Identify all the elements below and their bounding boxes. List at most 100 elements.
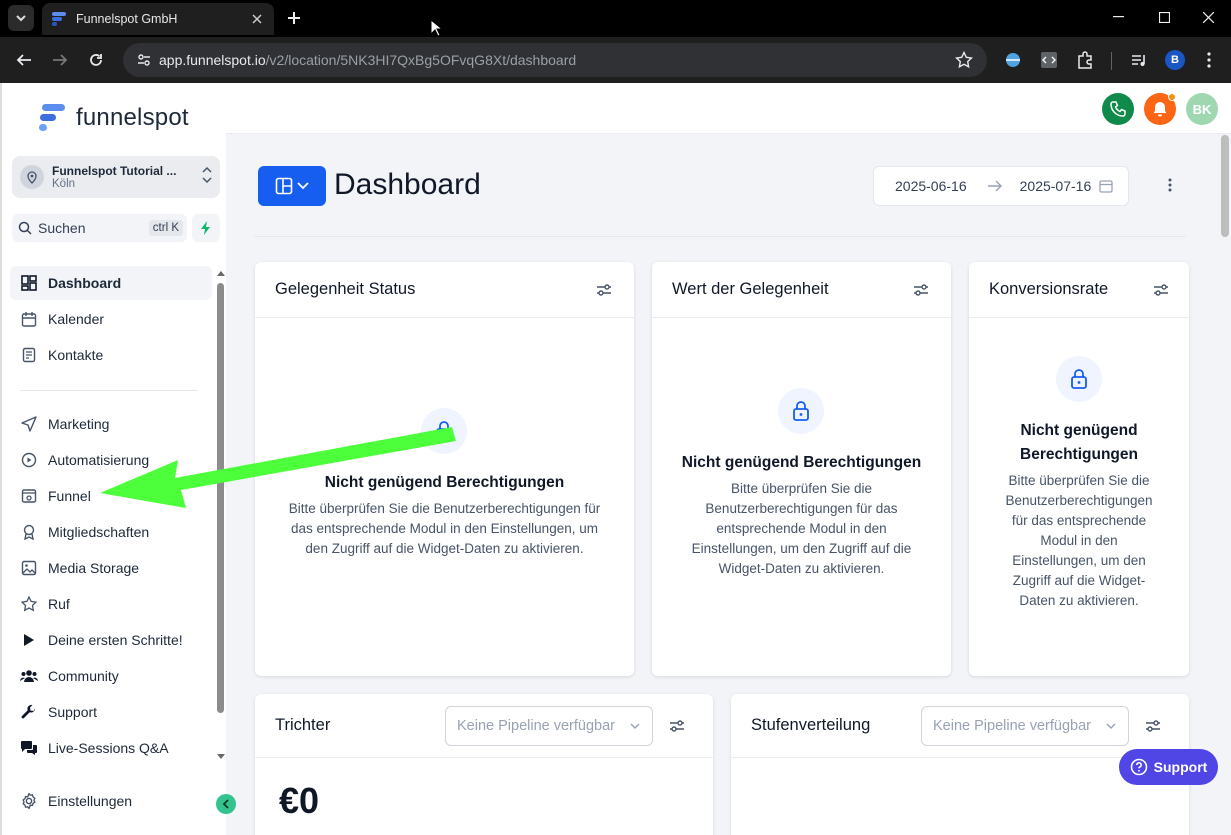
maximize-window-icon[interactable]: [1141, 0, 1187, 34]
widget-title: Wert der Gelegenheit: [672, 280, 829, 298]
send-icon: [20, 415, 38, 433]
pipeline-select[interactable]: Keine Pipeline verfügbar: [921, 706, 1129, 746]
sidebar-item-marketing[interactable]: Marketing: [10, 407, 212, 441]
settings-sliders-icon[interactable]: [596, 282, 612, 298]
funnel-value: €0: [279, 780, 320, 821]
collapse-sidebar-button[interactable]: [216, 794, 236, 814]
extension-code-icon[interactable]: [1038, 49, 1060, 71]
top-header: BK: [226, 83, 1231, 134]
sidebar-scrollbar[interactable]: [217, 269, 225, 761]
search-label: Suchen: [38, 220, 86, 236]
close-window-icon[interactable]: [1185, 0, 1231, 34]
back-arrow-icon[interactable]: [12, 48, 36, 72]
profile-avatar[interactable]: B: [1164, 49, 1186, 71]
lock-icon: [1056, 356, 1102, 402]
sidebar-item-kalender[interactable]: Kalender: [10, 302, 212, 336]
site-settings-icon[interactable]: [129, 52, 159, 68]
permission-title: Nicht genügend Berechtigungen: [324, 474, 565, 491]
forward-arrow-icon[interactable]: [48, 48, 72, 72]
sidebar-item-support[interactable]: Support: [10, 695, 212, 729]
sidebar-item-automatisierung[interactable]: Automatisierung: [10, 443, 212, 477]
gear-icon: [20, 792, 38, 810]
notifications-button[interactable]: [1144, 93, 1176, 125]
dashboard-icon: [20, 274, 38, 292]
url-text: app.funnelspot.io/v2/location/5NK3HI7QxB…: [159, 52, 576, 68]
avatar-initials: BK: [1192, 101, 1212, 117]
funnelspot-logo-icon: [39, 104, 65, 131]
users-icon: [20, 667, 38, 685]
widget-title: Konversionsrate: [989, 280, 1109, 298]
settings-sliders-icon[interactable]: [1145, 718, 1161, 734]
chevron-left-icon: [222, 799, 229, 809]
quick-action-button[interactable]: [192, 214, 220, 242]
url-path: /v2/location/5NK3HI7QxBg5OFvqG8Xt/dashbo…: [265, 52, 577, 68]
new-tab-plus-icon[interactable]: [283, 7, 305, 29]
support-chat-button[interactable]: Support: [1119, 749, 1218, 785]
browser-tab-strip: Funnelspot GmbH: [0, 0, 1231, 37]
scroll-down-arrow-icon[interactable]: [217, 753, 225, 761]
extension-globe-icon[interactable]: [1002, 49, 1024, 71]
page-title: Dashboard: [334, 168, 481, 201]
sidebar-item-label: Media Storage: [48, 560, 140, 576]
sidebar-item-label: Support: [48, 704, 98, 720]
widget-wert-der-gelegenheit: Wert der Gelegenheit Nicht genügend Bere…: [652, 262, 951, 676]
user-avatar[interactable]: BK: [1186, 93, 1218, 125]
lock-icon: [778, 388, 824, 434]
widget-header: Wert der Gelegenheit: [652, 262, 951, 318]
widget-header: Konversionsrate: [969, 262, 1189, 318]
funnelspot-favicon-icon: [52, 12, 66, 26]
widget-header: Gelegenheit Status: [255, 262, 634, 318]
sidebar-item-live-sessions[interactable]: Live-Sessions Q&A: [10, 731, 212, 765]
sidebar-item-label: Community: [48, 668, 119, 684]
sidebar-item-mitgliedschaften[interactable]: Mitgliedschaften: [10, 515, 212, 549]
funnel-icon: [20, 487, 38, 505]
page-scrollbar[interactable]: [1221, 135, 1229, 835]
extensions-puzzle-icon[interactable]: [1074, 49, 1096, 71]
sidebar-item-label: Mitgliedschaften: [48, 524, 150, 540]
sidebar-item-community[interactable]: Community: [10, 659, 212, 693]
widget-title: Gelegenheit Status: [275, 280, 416, 298]
sidebar-item-label: Live-Sessions Q&A: [48, 740, 169, 756]
location-switcher[interactable]: Funnelspot Tutorial ... Köln: [12, 156, 220, 198]
sidebar-item-label: Marketing: [48, 416, 110, 432]
tab-title: Funnelspot GmbH: [76, 12, 178, 26]
sidebar-item-dashboard[interactable]: Dashboard: [10, 266, 212, 300]
browser-tab[interactable]: Funnelspot GmbH: [42, 3, 274, 35]
settings-sliders-icon[interactable]: [669, 718, 685, 734]
sidebar-item-media-storage[interactable]: Media Storage: [10, 551, 212, 585]
minimize-window-icon[interactable]: [1095, 0, 1141, 34]
settings-sliders-icon[interactable]: [1153, 282, 1169, 298]
sidebar-item-einstellungen[interactable]: Einstellungen: [10, 784, 212, 818]
permission-title: Nicht genügend Berechtigungen: [1020, 422, 1138, 463]
sidebar-item-ruf[interactable]: Ruf: [10, 587, 212, 621]
support-chat-label: Support: [1153, 759, 1208, 775]
tab-search-button[interactable]: [8, 5, 34, 31]
search-box[interactable]: Suchen ctrl K: [12, 214, 187, 242]
close-tab-icon[interactable]: [246, 8, 268, 30]
brand-logo[interactable]: funnelspot: [38, 103, 189, 133]
phone-button[interactable]: [1102, 93, 1134, 125]
settings-sliders-icon[interactable]: [913, 282, 929, 298]
wrench-icon: [20, 703, 38, 721]
url-host: app.funnelspot.io: [159, 52, 266, 68]
bookmark-star-icon[interactable]: [954, 50, 974, 74]
star-icon: [20, 595, 38, 613]
permission-message: Bitte überprüfen Sie die Benutzerberecht…: [1005, 473, 1153, 608]
sidebar-scroll-thumb[interactable]: [217, 283, 224, 713]
page-scroll-thumb[interactable]: [1221, 135, 1229, 237]
media-control-icon[interactable]: [1128, 49, 1150, 71]
sidebar-item-funnel[interactable]: Funnel: [10, 479, 212, 513]
browser-toolbar: app.funnelspot.io/v2/location/5NK3HI7QxB…: [0, 37, 1231, 83]
sidebar-item-deine-ersten-schritte[interactable]: Deine ersten Schritte!: [10, 623, 212, 657]
scroll-up-arrow-icon[interactable]: [217, 269, 225, 277]
sidebar-item-kontakte[interactable]: Kontakte: [10, 338, 212, 372]
date-range-picker[interactable]: 2025-06-16 2025-07-16: [873, 166, 1129, 206]
browser-menu-icon[interactable]: [1198, 49, 1220, 71]
sidebar-item-label: Dashboard: [48, 275, 122, 291]
pipeline-select[interactable]: Keine Pipeline verfügbar: [445, 706, 653, 746]
more-options-icon[interactable]: [1160, 173, 1180, 197]
location-pin-icon: [20, 165, 44, 189]
address-bar[interactable]: app.funnelspot.io/v2/location/5NK3HI7QxB…: [123, 43, 987, 77]
dashboard-switcher-button[interactable]: [258, 166, 326, 206]
reload-icon[interactable]: [84, 48, 108, 72]
